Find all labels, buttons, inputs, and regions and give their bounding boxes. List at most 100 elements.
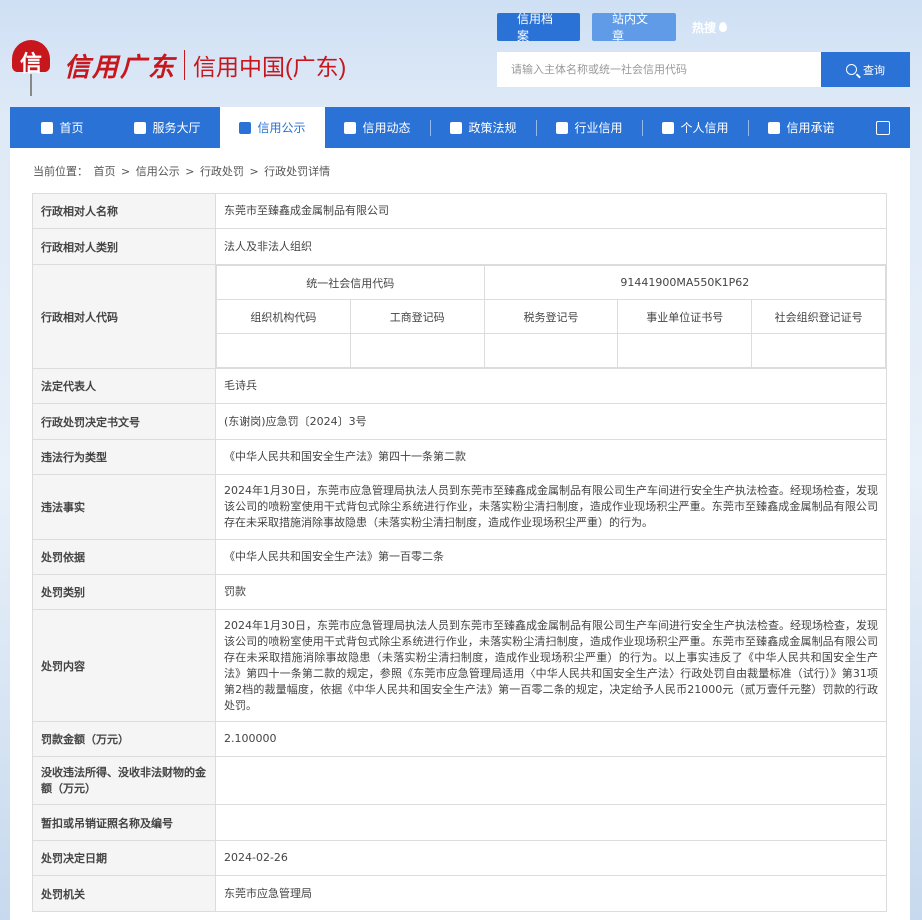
nav-label: 政策法规 [468,121,517,135]
flame-icon [719,22,728,32]
tab-site-articles[interactable]: 站内文章 [592,12,676,43]
legal-representative: 毛诗兵 [215,368,887,404]
org-code-value [216,333,351,368]
news-icon [344,121,357,134]
home-icon [41,121,54,134]
table-row: 行政相对人类别 法人及非法人组织 [32,228,887,265]
hot-search-label: 热搜 [692,20,717,35]
confiscation-amount [215,756,887,805]
penalty-category: 罚款 [215,574,887,610]
table-row: 行政处罚决定书文号 (东谢岗)应急罚〔2024〕3号 [32,403,887,440]
row-label: 处罚依据 [32,539,216,575]
row-label: 行政相对人代码 [32,264,216,369]
table-row: 处罚决定日期 2024-02-26 [32,840,887,876]
row-label: 处罚决定日期 [32,840,216,876]
nav-label: 信用承诺 [786,121,835,135]
org-code-label: 组织机构代码 [216,299,351,334]
breadcrumb-separator: > [249,165,259,178]
license-revocation [215,804,887,841]
nav-item-credit-commitment[interactable]: 信用承诺 [749,107,854,148]
nav-item-industry-credit[interactable]: 行业信用 [537,107,642,148]
table-row: 处罚内容 2024年1月30日，东莞市应急管理局执法人员到东莞市至臻鑫成金属制品… [32,609,887,722]
biz-reg-value [349,333,485,368]
breadcrumb-home[interactable]: 首页 [94,165,116,178]
row-label: 暂扣或吊销证照名称及编号 [32,804,216,841]
table-row: 处罚依据 《中华人民共和国安全生产法》第一百零二条 [32,539,887,575]
table-row: 行政相对人名称 东莞市至臻鑫成金属制品有限公司 [32,193,887,229]
breadcrumb-separator: > [185,165,195,178]
nav-item-credit-news[interactable]: 信用动态 [325,107,430,148]
row-label: 违法事实 [32,474,216,540]
penalty-basis: 《中华人民共和国安全生产法》第一百零二条 [215,539,887,575]
grid-icon [134,121,147,134]
breadcrumb-separator: > [121,165,131,178]
penalty-detail-table: 行政相对人名称 东莞市至臻鑫成金属制品有限公司 行政相对人类别 法人及非法人组织… [32,193,887,912]
row-label: 行政相对人名称 [32,193,216,229]
id-card-icon [662,121,675,134]
nav-item-personal-credit[interactable]: 个人信用 [643,107,748,148]
logo-divider [184,50,186,80]
row-label: 处罚类别 [32,574,216,610]
social-org-value [751,333,886,368]
tab-hot-search[interactable]: 热搜 [688,13,731,41]
inst-cert-label: 事业单位证书号 [617,299,753,334]
row-label: 处罚机关 [32,875,216,912]
search-button[interactable]: 查询 [821,52,910,87]
breadcrumb-credit-disclosure[interactable]: 信用公示 [136,165,180,178]
site-logo[interactable]: 信 信用广东 信用中国(广东) [8,36,347,96]
nav-label: 个人信用 [680,121,729,135]
penalty-authority: 东莞市应急管理局 [215,875,887,912]
code-subtable: 统一社会信用代码 91441900MA550K1P62 组织机构代码 工商登记码… [216,265,887,368]
search-button-label: 查询 [863,63,885,77]
fine-amount: 2.100000 [215,721,887,757]
site-header: 信 信用广东 信用中国(广东) 信用档案 站内文章 热搜 查询 [0,0,922,107]
search-bar: 查询 [497,52,910,87]
nav-label: 首页 [59,121,84,135]
row-label: 违法行为类型 [32,439,216,475]
nav-item-service-hall[interactable]: 服务大厅 [115,107,220,148]
uscc-label: 统一社会信用代码 [216,265,485,300]
breadcrumb-prefix: 当前位置： [33,165,88,178]
search-icon [846,64,857,75]
table-row: 违法事实 2024年1月30日，东莞市应急管理局执法人员到东莞市至臻鑫成金属制品… [32,474,887,540]
row-label: 没收违法所得、没收非法财物的金额（万元） [32,756,216,805]
table-row: 法定代表人 毛诗兵 [32,368,887,404]
table-row: 处罚机关 东莞市应急管理局 [32,875,887,912]
tax-reg-value [483,333,619,368]
row-label: 处罚内容 [32,609,216,722]
table-row: 处罚类别 罚款 [32,574,887,610]
decision-date: 2024-02-26 [215,840,887,876]
violation-facts: 2024年1月30日，东莞市应急管理局执法人员到东莞市至臻鑫成金属制品有限公司生… [215,474,887,540]
header-tabs: 信用档案 站内文章 热搜 [497,12,743,43]
logo-mark-icon: 信 [8,36,54,96]
code-subtable-cell: 统一社会信用代码 91441900MA550K1P62 组织机构代码 工商登记码… [215,264,887,369]
table-row: 行政相对人代码 统一社会信用代码 91441900MA550K1P62 组织机构… [32,264,887,369]
uscc-value: 91441900MA550K1P62 [483,265,887,300]
penalty-content: 2024年1月30日，东莞市应急管理局执法人员到东莞市至臻鑫成金属制品有限公司生… [215,609,887,722]
nav-item-credit-disclosure[interactable]: 信用公示 [220,107,325,148]
table-row: 违法行为类型 《中华人民共和国安全生产法》第四十一条第二款 [32,439,887,475]
detail-panel: 当前位置： 首页 > 信用公示 > 行政处罚 > 行政处罚详情 行政相对人名称 … [10,148,910,920]
book-icon [450,121,463,134]
nav-label: 行业信用 [574,121,623,135]
nav-label: 信用公示 [257,121,306,135]
search-input[interactable] [497,52,821,87]
breadcrumb-admin-penalty[interactable]: 行政处罚 [200,165,244,178]
table-row: 没收违法所得、没收非法财物的金额（万元） [32,756,887,805]
violation-type: 《中华人民共和国安全生产法》第四十一条第二款 [215,439,887,475]
row-label: 行政相对人类别 [32,228,216,265]
briefcase-icon [239,121,252,134]
nav-label: 信用动态 [362,121,411,135]
building-icon [556,121,569,134]
tab-credit-archive[interactable]: 信用档案 [497,12,580,43]
shield-icon [768,121,781,134]
decision-document-number: (东谢岗)应急罚〔2024〕3号 [215,403,887,440]
expand-icon[interactable] [876,120,890,135]
table-row: 暂扣或吊销证照名称及编号 [32,804,887,841]
logo-title-xinyong-guangdong: 信用广东 [64,52,177,83]
nav-item-policies[interactable]: 政策法规 [431,107,536,148]
logo-title-credit-china: 信用中国(广东) [193,54,347,80]
table-row: 罚款金额（万元） 2.100000 [32,721,887,757]
nav-item-home[interactable]: 首页 [10,107,115,148]
main-nav: 首页 服务大厅 信用公示 信用动态 政策法规 行业信用 个人信用 信用承诺 [10,107,910,148]
